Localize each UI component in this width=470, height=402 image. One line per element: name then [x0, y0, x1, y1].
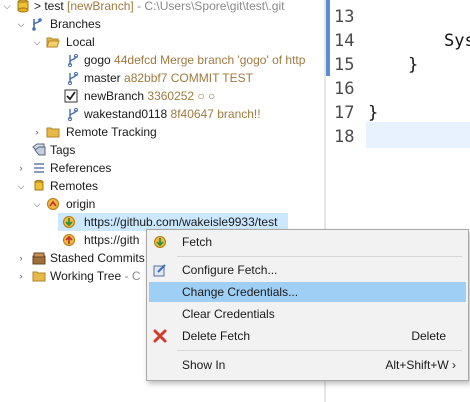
branches-node[interactable]: ⌵ Branches [0, 15, 324, 33]
line-number: 17 [334, 103, 355, 123]
menu-item-change-credentials[interactable]: Change Credentials... [149, 282, 466, 302]
branch-name: newBranch [84, 89, 145, 103]
branch-name: wakestand0118 [84, 107, 168, 121]
collapse-arrow-icon[interactable]: ⌵ [16, 177, 26, 195]
menu-item-show-in[interactable]: Show In Alt+Shift+W › [149, 355, 466, 375]
branch-row-wakestand0118[interactable]: wakestand0118 8f40647 branch!! [0, 105, 324, 123]
remotes-icon [34, 179, 44, 191]
menu-item-delete-fetch[interactable]: Delete Fetch Delete [149, 326, 466, 346]
fetch-icon [154, 236, 166, 248]
menu-item-configure-fetch[interactable]: Configure Fetch... [149, 260, 466, 280]
delete-icon [153, 329, 167, 343]
expand-arrow-icon[interactable]: › [16, 249, 26, 267]
collapse-arrow-icon[interactable]: ⌵ [32, 33, 42, 51]
origin-node[interactable]: ⌵ origin [0, 195, 324, 213]
branch-row-newbranch[interactable]: newBranch 3360252 ○ ○ [0, 87, 324, 105]
tags-icon [32, 143, 46, 156]
menu-item-label: Fetch [182, 235, 213, 249]
repository-icon [17, 0, 29, 13]
repo-row[interactable]: ⌵ > test [newBranch] - C:\Users\Spore\gi… [0, 0, 324, 15]
line-number: 13 [334, 7, 355, 27]
fetch-remote-icon [63, 216, 75, 228]
line-number: 16 [334, 79, 355, 99]
repo-name: test [44, 0, 64, 13]
working-tree-node[interactable]: › Working Tree - C [0, 267, 146, 285]
tags-label: Tags [50, 143, 76, 157]
branch-icon [67, 107, 79, 121]
tags-node[interactable]: Tags [0, 141, 324, 159]
references-label: References [50, 161, 112, 175]
code-line: } [408, 55, 419, 75]
line-number: 15 [334, 55, 355, 75]
branch-commit-info: 8f40647 branch!! [170, 107, 261, 121]
references-icon [34, 163, 44, 173]
branch-row-master[interactable]: master a82bbf7 COMMIT TEST [0, 69, 324, 87]
menu-item-fetch[interactable]: Fetch [149, 232, 466, 252]
folder-icon [32, 271, 46, 282]
line-number: 18 [334, 127, 355, 147]
origin-label: origin [66, 197, 96, 211]
branches-icon [32, 18, 42, 31]
collapse-arrow-icon[interactable]: ⌵ [32, 195, 42, 213]
branch-commit-info: a82bbf7 COMMIT TEST [124, 71, 253, 85]
remote-origin-icon [47, 198, 59, 210]
branch-name: gogo [84, 53, 111, 67]
local-node[interactable]: ⌵ Local [0, 33, 324, 51]
code-line: } [368, 103, 379, 123]
menu-item-label: Change Credentials... [182, 285, 299, 299]
branches-label: Branches [50, 17, 101, 31]
folder-open-icon [46, 37, 60, 48]
menu-item-shortcut: Delete [411, 329, 446, 343]
remote-tracking-label: Remote Tracking [66, 125, 157, 139]
repo-path: - C:\Users\Spore\git\test\.git [137, 0, 285, 13]
collapse-arrow-icon[interactable]: ⌵ [16, 15, 26, 33]
branch-icon [67, 71, 79, 85]
configure-icon [153, 264, 166, 277]
checked-out-branch-icon [64, 89, 78, 103]
menu-item-label: Delete Fetch [182, 329, 251, 343]
stashed-commits-node[interactable]: › Stashed Commits [0, 249, 146, 267]
stashed-commits-label: Stashed Commits [50, 251, 145, 265]
expand-arrow-icon[interactable]: › [16, 267, 26, 285]
expand-arrow-icon[interactable]: › [16, 159, 26, 177]
current-line-highlight [366, 122, 470, 148]
menu-item-clear-credentials[interactable]: Clear Credentials [149, 304, 466, 324]
context-menu: Fetch Configure Fetch... Change Credenti… [146, 229, 469, 381]
references-node[interactable]: › References [0, 159, 324, 177]
branch-icon [67, 53, 79, 67]
branch-commit-info: 44defcd Merge branch 'gogo' of http [114, 53, 306, 67]
menu-item-label: Show In [182, 358, 226, 372]
repo-git-marker: > [34, 0, 45, 13]
branch-row-gogo[interactable]: gogo 44defcd Merge branch 'gogo' of http [0, 51, 324, 69]
code-line: Sys [444, 31, 470, 51]
menu-separator [177, 256, 462, 257]
expand-arrow-icon[interactable]: › [32, 123, 42, 141]
branch-commit-info: 3360252 ○ ○ [147, 89, 216, 103]
stash-icon [32, 252, 46, 265]
overview-ruler-marker [326, 0, 330, 76]
collapse-arrow-icon[interactable]: ⌵ [2, 0, 12, 15]
menu-item-shortcut: Alt+Shift+W › [385, 358, 456, 372]
working-tree-path: - C [124, 269, 141, 283]
working-tree-label: Working Tree [50, 269, 122, 283]
local-label: Local [66, 35, 95, 49]
menu-item-label: Clear Credentials [182, 307, 275, 321]
menu-separator [177, 350, 462, 351]
remote-tracking-node[interactable]: › Remote Tracking [0, 123, 324, 141]
folder-icon [46, 127, 60, 138]
push-remote-icon [63, 234, 75, 246]
remotes-label: Remotes [50, 179, 99, 193]
line-number: 14 [334, 31, 355, 51]
remotes-node[interactable]: ⌵ Remotes [0, 177, 324, 195]
repo-branch: [newBranch] [67, 0, 134, 13]
menu-item-label: Configure Fetch... [182, 263, 278, 277]
push-url: https://gith [84, 233, 140, 247]
branch-name: master [84, 71, 121, 85]
push-url-row[interactable]: https://gith [0, 231, 146, 249]
